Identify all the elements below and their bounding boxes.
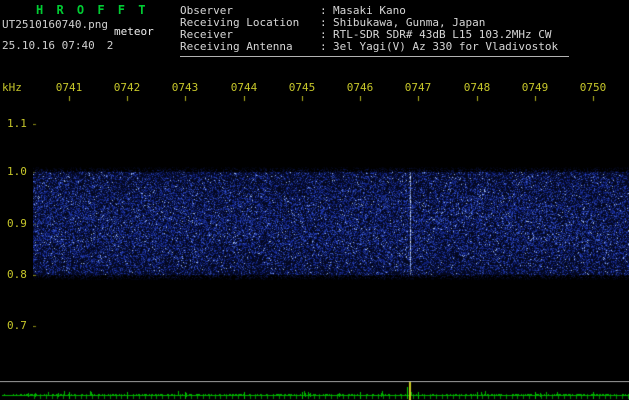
info-row-antenna: Receiving Antenna:3el Yagi(V) Az 330 for… xyxy=(180,41,558,53)
output-filename: UT2510160740.png xyxy=(2,19,108,31)
x-tick-label: 0745 xyxy=(289,82,316,94)
x-tick-label: 0750 xyxy=(580,82,607,94)
x-tick-label: 0748 xyxy=(464,82,491,94)
info-colon: : xyxy=(320,41,333,53)
hrofft-screen: H R O F F T UT2510160740.png meteor 25.1… xyxy=(0,0,629,400)
y-tick-label: 1.1 xyxy=(7,118,27,130)
info-label: Receiving Antenna xyxy=(180,41,320,53)
signal-level-strip-canvas xyxy=(0,381,629,400)
app-title: H R O F F T xyxy=(36,4,148,16)
datetime-text: 25.10.16 07:40 2 xyxy=(2,40,113,52)
y-tick-label: 1.0 xyxy=(7,166,27,178)
freq-axis-unit-label: kHz xyxy=(2,82,22,94)
x-tick-label: 0742 xyxy=(114,82,141,94)
x-tick-label: 0743 xyxy=(172,82,199,94)
info-value: 3el Yagi(V) Az 330 for Vladivostok xyxy=(333,40,558,53)
x-tick-label: 0747 xyxy=(405,82,432,94)
x-tick-label: 0744 xyxy=(231,82,258,94)
x-tick-label: 0741 xyxy=(56,82,83,94)
spectrogram-canvas xyxy=(33,96,629,381)
y-tick-label: 0.8 xyxy=(7,269,27,281)
echo-counter: 2 xyxy=(107,39,114,52)
info-underline xyxy=(180,56,569,57)
y-tick-label: 0.7 xyxy=(7,320,27,332)
observation-mode-label: meteor xyxy=(114,26,154,38)
y-tick-label: 0.9 xyxy=(7,218,27,230)
x-tick-label: 0749 xyxy=(522,82,549,94)
station-info-block: Observer:Masaki Kano Receiving Location:… xyxy=(180,5,558,53)
x-tick-label: 0746 xyxy=(347,82,374,94)
date-time-value: 25.10.16 07:40 xyxy=(2,39,95,52)
